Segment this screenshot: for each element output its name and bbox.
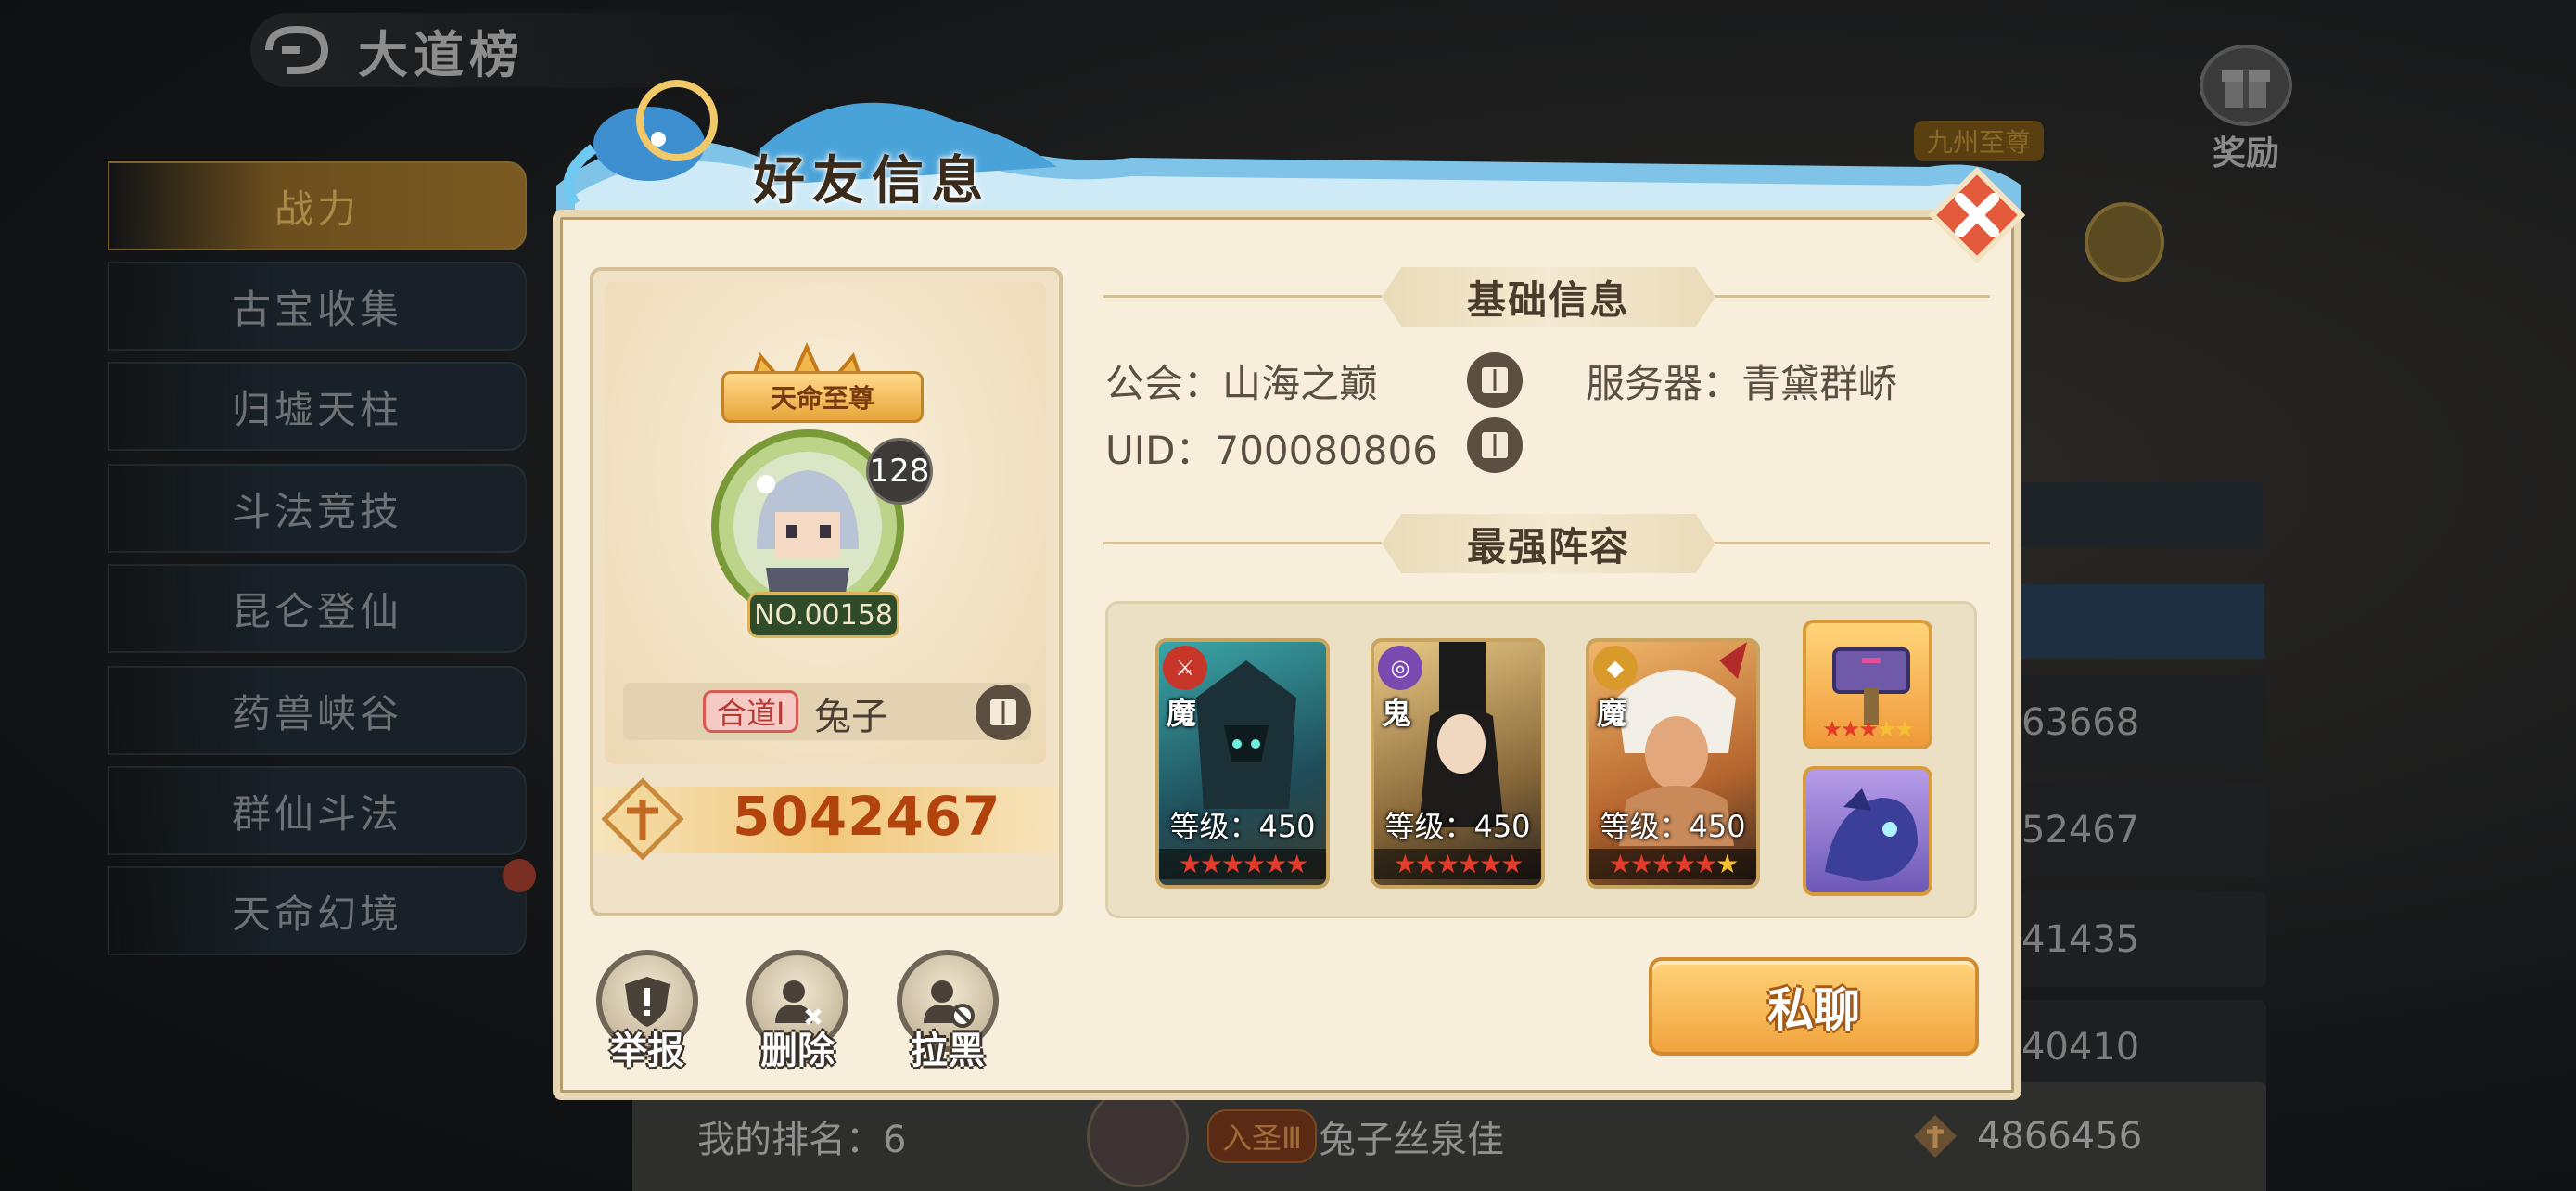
server-text: 服务器：青黛群峤: [1586, 361, 1898, 406]
sidebar-item-arena[interactable]: 斗法竞技: [108, 464, 527, 553]
ranking-value: 52467: [2021, 809, 2140, 852]
block-button[interactable]: 拉黑: [892, 950, 1003, 1080]
ranking-value: 63668: [2021, 701, 2140, 744]
artifact-card[interactable]: ★★★★★: [1803, 620, 1932, 749]
copy-uid-button[interactable]: [1465, 416, 1524, 475]
ranking-value: 41435: [2021, 918, 2140, 961]
hero-race: 魔: [1597, 696, 1627, 731]
sidebar-item-fate-realm[interactable]: 天命幻境: [108, 866, 527, 955]
reward-label: 奖励: [2212, 134, 2279, 173]
basic-info-header: 基础信息: [1382, 267, 1715, 327]
hero-stars: ★★★★★★: [1159, 849, 1326, 879]
divider: [1712, 295, 1990, 298]
ranking-row[interactable]: 40410: [2003, 1000, 2266, 1095]
copy-name-button[interactable]: [974, 683, 1033, 742]
faction-icon: ◎: [1378, 646, 1422, 690]
report-button[interactable]: 举报: [592, 950, 703, 1080]
leaderboard-title: 大道榜: [358, 25, 525, 84]
note-icon: [976, 685, 1031, 740]
block-label: 拉黑: [911, 1030, 985, 1072]
gift-icon: [2200, 45, 2292, 126]
ranking-value: 40410: [2021, 1026, 2140, 1069]
ranking-row[interactable]: 52467: [2003, 783, 2266, 877]
divider: [1712, 542, 1990, 544]
close-icon: [1929, 167, 2025, 263]
hero-race: 魔: [1167, 696, 1197, 731]
pet-card[interactable]: [1803, 766, 1932, 896]
my-avatar: [1087, 1085, 1189, 1187]
my-realm-badge: 入圣Ⅲ: [1207, 1109, 1318, 1163]
sidebar-item-immortal-battle[interactable]: 群仙斗法: [108, 766, 527, 855]
my-power: 4866456: [1977, 1115, 2143, 1158]
uid-text: UID：700080806: [1105, 428, 1437, 473]
hero-stars: ★★★★★★: [1589, 849, 1756, 879]
player-title-badge: 天命至尊: [721, 371, 924, 423]
ranking-row[interactable]: 41435: [2003, 892, 2266, 987]
ranking-header-bar: [2021, 584, 2264, 659]
hero-race: 鬼: [1382, 696, 1412, 731]
sidebar-item-kunlun[interactable]: 昆仑登仙: [108, 564, 527, 653]
private-chat-button[interactable]: 私聊: [1649, 957, 1979, 1056]
player-number-badge: NO.00158: [747, 592, 899, 638]
hero-level: 等级：450: [1169, 809, 1316, 844]
delete-label: 删除: [760, 1030, 835, 1072]
divider: [1103, 542, 1382, 544]
power-icon: [601, 777, 684, 861]
copy-guild-button[interactable]: [1465, 351, 1524, 410]
faction-icon: ◆: [1593, 646, 1638, 690]
player-realm-tag: 合道Ⅰ: [703, 690, 799, 733]
ranking-row[interactable]: 63668: [2003, 675, 2266, 770]
sidebar-item-treasure[interactable]: 古宝收集: [108, 262, 527, 351]
dragon-icon: [1825, 788, 1918, 881]
faction-icon: ⚔: [1163, 646, 1207, 690]
hero-level: 等级：450: [1600, 809, 1746, 844]
my-rank-label: 我的排名：6: [697, 1119, 907, 1161]
close-button[interactable]: [1929, 167, 2025, 263]
hero-stars: ★★★★★★: [1374, 849, 1541, 879]
power-icon: [1914, 1115, 1957, 1158]
modal-title: 好友信息: [753, 151, 990, 211]
note-icon: [1467, 352, 1523, 408]
sidebar-item-valley[interactable]: 药兽峡谷: [108, 666, 527, 755]
delete-friend-button[interactable]: 删除: [742, 950, 853, 1080]
artifact-stars: ★★★★★: [1822, 716, 1915, 742]
coin-icon: [2085, 202, 2164, 282]
ranking-header: [1984, 482, 2263, 547]
player-power: 5042467: [733, 785, 1001, 848]
divider: [1103, 295, 1382, 298]
player-name: 兔子: [814, 696, 888, 738]
sidebar-item-power[interactable]: 战力: [108, 161, 527, 250]
reward-button[interactable]: 奖励: [2190, 45, 2302, 174]
hero-card[interactable]: ⚔ 魔 等级：450 ★★★★★★: [1155, 638, 1330, 889]
player-level-badge: 128: [866, 438, 933, 505]
my-name: 兔子丝泉佳: [1319, 1119, 1504, 1161]
note-icon: [1467, 417, 1523, 473]
sidebar-item-pillar[interactable]: 归墟天柱: [108, 362, 527, 451]
notification-dot-icon: [503, 859, 536, 892]
back-arrow-icon[interactable]: [260, 22, 334, 78]
lineup-header: 最强阵容: [1382, 514, 1715, 573]
hero-card[interactable]: ◎ 鬼 等级：450 ★★★★★★: [1371, 638, 1545, 889]
report-label: 举报: [610, 1030, 684, 1072]
hero-level: 等级：450: [1384, 809, 1531, 844]
hero-card[interactable]: ◆ 魔 等级：450 ★★★★★★: [1586, 638, 1760, 889]
guild-text: 公会：山海之巅: [1105, 361, 1379, 406]
